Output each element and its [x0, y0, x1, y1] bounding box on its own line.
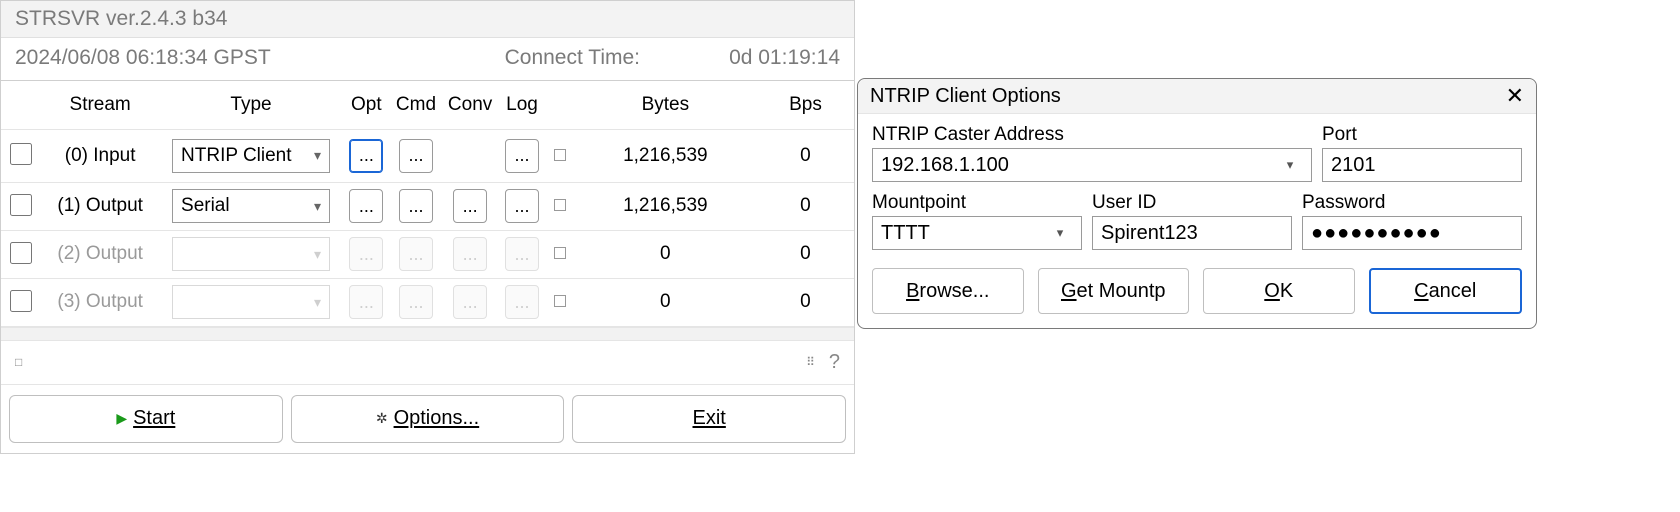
close-icon[interactable]: ✕	[1506, 83, 1524, 109]
stream-row-2: (2) Output ▾ ... ... ... ... 0 0	[1, 230, 854, 278]
stream-table: Stream Type Opt Cmd Conv Log Bytes Bps (…	[1, 81, 854, 327]
bps-value: 0	[800, 243, 811, 264]
hdr-bytes: Bytes	[574, 81, 757, 129]
conv-button: ...	[453, 237, 487, 271]
strsvr-main-window: STRSVR ver.2.4.3 b34 2024/06/08 06:18:34…	[0, 0, 855, 454]
bps-value: 0	[800, 145, 811, 166]
dialog-titlebar: NTRIP Client Options ✕	[858, 79, 1536, 114]
chevron-down-icon: ▾	[314, 294, 321, 311]
connect-time-label: Connect Time:	[505, 46, 640, 70]
separator-bar	[1, 327, 854, 341]
opt-button[interactable]: ...	[349, 189, 383, 223]
opt-button: ...	[349, 237, 383, 271]
button-row: ▶ Start ✲ Options... Exit	[1, 385, 854, 453]
status-indicator	[554, 247, 566, 259]
userid-label: User ID	[1092, 192, 1292, 214]
stream-type-select[interactable]: NTRIP Client ▾	[172, 139, 330, 173]
hdr-conv: Conv	[442, 81, 498, 129]
status-indicator	[554, 199, 566, 211]
opt-button[interactable]: ...	[349, 139, 383, 173]
options-button[interactable]: ✲ Options...	[291, 395, 565, 443]
stream-name: (2) Output	[57, 243, 143, 264]
hdr-log: Log	[498, 81, 545, 129]
conv-button: ...	[453, 285, 487, 319]
hdr-type: Type	[159, 81, 342, 129]
status-bar: 2024/06/08 06:18:34 GPST Connect Time: 0…	[1, 38, 854, 81]
start-button[interactable]: ▶ Start	[9, 395, 283, 443]
port-label: Port	[1322, 124, 1522, 146]
cmd-button[interactable]: ...	[399, 139, 433, 173]
stream-type-select[interactable]: ▾	[172, 237, 330, 271]
opt-button: ...	[349, 285, 383, 319]
stream-enable-checkbox[interactable]	[10, 143, 32, 165]
userid-input[interactable]: Spirent123	[1092, 216, 1292, 250]
exit-button[interactable]: Exit	[572, 395, 846, 443]
ok-button[interactable]: OK	[1203, 268, 1355, 314]
caster-address-input[interactable]: 192.168.1.100 ▾	[872, 148, 1312, 182]
info-row: □ ⠿ ?	[1, 341, 854, 385]
stream-row-3: (3) Output ▾ ... ... ... ... 0 0	[1, 278, 854, 326]
stream-name: (3) Output	[57, 291, 143, 312]
bytes-value: 1,216,539	[623, 195, 708, 216]
stream-row-1: (1) Output Serial ▾ ... ... ... ... 1,21…	[1, 182, 854, 230]
mountpoint-input[interactable]: TTTT ▾	[872, 216, 1082, 250]
cmd-button: ...	[399, 237, 433, 271]
tray-icon[interactable]: ⠿	[806, 355, 815, 369]
stream-enable-checkbox[interactable]	[10, 242, 32, 264]
stream-enable-checkbox[interactable]	[10, 194, 32, 216]
cmd-button[interactable]: ...	[399, 189, 433, 223]
chevron-down-icon: ▾	[314, 246, 321, 263]
bytes-value: 1,216,539	[623, 145, 708, 166]
stream-name: (0) Input	[65, 145, 136, 166]
bytes-value: 0	[660, 291, 671, 312]
password-label: Password	[1302, 192, 1522, 214]
log-button[interactable]: ...	[505, 189, 539, 223]
stream-type-select[interactable]: Serial ▾	[172, 189, 330, 223]
bytes-value: 0	[660, 243, 671, 264]
dialog-title: NTRIP Client Options	[870, 85, 1506, 108]
log-button: ...	[505, 237, 539, 271]
status-indicator	[554, 295, 566, 307]
hdr-bps: Bps	[757, 81, 854, 129]
ntrip-client-options-dialog: NTRIP Client Options ✕ NTRIP Caster Addr…	[857, 78, 1537, 329]
bps-value: 0	[800, 291, 811, 312]
log-button[interactable]: ...	[505, 139, 539, 173]
hdr-stream: Stream	[41, 81, 160, 129]
status-indicator	[554, 149, 566, 161]
chevron-down-icon: ▾	[1277, 148, 1303, 182]
play-icon: ▶	[116, 410, 127, 427]
connect-time-value: 0d 01:19:14	[700, 46, 840, 70]
cmd-button: ...	[399, 285, 433, 319]
hdr-opt: Opt	[343, 81, 390, 129]
stream-type-select[interactable]: ▾	[172, 285, 330, 319]
window-title: STRSVR ver.2.4.3 b34	[1, 1, 854, 38]
mountpoint-label: Mountpoint	[872, 192, 1082, 214]
help-button[interactable]: ?	[815, 351, 840, 374]
caster-address-label: NTRIP Caster Address	[872, 124, 1312, 146]
conv-button	[453, 136, 487, 170]
gear-icon: ✲	[376, 410, 388, 427]
browse-button[interactable]: Browse...	[872, 268, 1024, 314]
info-marker: □	[15, 355, 22, 369]
cancel-button[interactable]: Cancel	[1369, 268, 1523, 314]
chevron-down-icon: ▾	[314, 198, 321, 215]
gps-timestamp: 2024/06/08 06:18:34 GPST	[15, 46, 271, 70]
conv-button[interactable]: ...	[453, 189, 487, 223]
stream-enable-checkbox[interactable]	[10, 290, 32, 312]
bps-value: 0	[800, 195, 811, 216]
chevron-down-icon: ▾	[314, 147, 321, 164]
stream-row-0: (0) Input NTRIP Client ▾ ... ... ... 1,2…	[1, 129, 854, 182]
get-mountp-button[interactable]: Get Mountp	[1038, 268, 1190, 314]
password-input[interactable]: ●●●●●●●●●●	[1302, 216, 1522, 250]
hdr-cmd: Cmd	[390, 81, 442, 129]
log-button: ...	[505, 285, 539, 319]
chevron-down-icon: ▾	[1047, 216, 1073, 250]
port-input[interactable]: 2101	[1322, 148, 1522, 182]
stream-name: (1) Output	[57, 195, 143, 216]
